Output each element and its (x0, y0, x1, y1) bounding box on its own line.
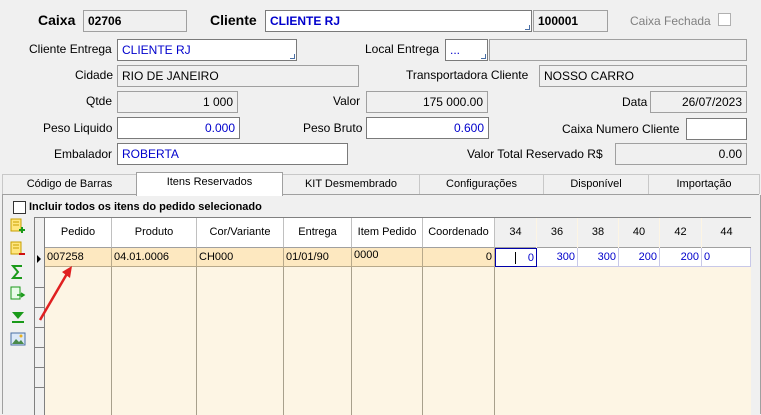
peso-bruto-field[interactable]: 0.600 (366, 117, 489, 139)
cell-size-34-value: 0 (527, 252, 534, 264)
valor-total-label: Valor Total Reservado R$ (467, 147, 603, 161)
col-header-40[interactable]: 40 (619, 218, 659, 248)
tab-kit-desmembrado[interactable]: KIT Desmembrado (282, 174, 420, 194)
valor-total-field: 0.00 (615, 143, 747, 165)
grid-column-divider (494, 267, 495, 415)
grid-column-divider (422, 267, 423, 415)
col-header-item-pedido[interactable]: Item Pedido (352, 218, 423, 248)
peso-bruto-label: Peso Bruto (303, 121, 363, 135)
caixa-fechada-label: Caixa Fechada (630, 14, 711, 28)
cell-coordenado[interactable]: 0 (423, 248, 495, 267)
valor-field: 175 000.00 (366, 91, 488, 113)
peso-liquido-label: Peso Liquido (43, 121, 113, 135)
col-header-entrega[interactable]: Entrega (284, 218, 352, 248)
cell-size-42[interactable]: 200 (660, 248, 702, 267)
row-indicator-icon (37, 255, 41, 263)
qtde-field: 1 000 (117, 91, 238, 113)
cliente-field[interactable]: CLIENTE RJ (265, 10, 532, 32)
include-all-label: Incluir todos os itens do pedido selecio… (29, 201, 262, 213)
col-header-cor-variante[interactable]: Cor/Variante (197, 218, 284, 248)
tab-itens-reservados[interactable]: Itens Reservados (136, 172, 283, 196)
image-icon[interactable] (10, 331, 26, 347)
dropdown-icon[interactable] (525, 25, 530, 30)
row-separator (35, 327, 44, 328)
col-header-38[interactable]: 38 (578, 218, 618, 248)
data-field: 26/07/2023 (650, 91, 747, 113)
col-header-36[interactable]: 36 (537, 218, 577, 248)
cidade-label: Cidade (75, 68, 114, 82)
cell-item-pedido[interactable]: 0000 (352, 248, 423, 267)
grid-column-divider (283, 267, 284, 415)
local-entrega-text: ... (450, 43, 461, 57)
cell-size-34[interactable]: 0 (495, 248, 537, 267)
remove-item-icon[interactable] (10, 241, 26, 257)
cliente-entrega-label: Cliente Entrega (29, 42, 112, 56)
add-item-icon[interactable] (10, 218, 26, 234)
transportadora-field: NOSSO CARRO (539, 65, 747, 87)
caixa-label: Caixa (38, 12, 76, 28)
cliente-field-text: CLIENTE RJ (270, 14, 341, 28)
cell-size-36[interactable]: 300 (537, 248, 578, 267)
tab-disponivel[interactable]: Disponível (543, 174, 649, 194)
data-label: Data (622, 95, 648, 109)
local-entrega-field[interactable]: ... (445, 39, 488, 61)
tab-importacao[interactable]: Importação (648, 174, 760, 194)
annotation-arrow (38, 266, 72, 321)
col-header-42[interactable]: 42 (660, 218, 701, 248)
caixa-numero-cliente-label: Caixa Numero Cliente (562, 122, 680, 136)
text-cursor (515, 252, 516, 264)
grid-column-divider (111, 267, 112, 415)
cell-size-40[interactable]: 200 (619, 248, 660, 267)
items-grid[interactable]: Pedido Produto Cor/Variante Entrega Item… (34, 217, 751, 415)
row-separator (35, 347, 44, 348)
export-icon[interactable] (10, 286, 26, 302)
cliente-code-field: 100001 (533, 10, 608, 32)
cidade-field: RIO DE JANEIRO (117, 65, 359, 87)
col-header-produto[interactable]: Produto (112, 218, 197, 248)
peso-liquido-field[interactable]: 0.000 (117, 117, 240, 139)
cell-cor-variante[interactable]: CH000 (197, 248, 284, 267)
cell-produto[interactable]: 04.01.0006 (112, 248, 197, 267)
row-separator (35, 367, 44, 368)
qtde-label: Qtde (86, 94, 113, 108)
grid-column-divider (196, 267, 197, 415)
tab-configuracoes[interactable]: Configurações (419, 174, 544, 194)
embalador-label: Embalador (54, 147, 113, 161)
cliente-entrega-text: CLIENTE RJ (122, 43, 191, 57)
local-entrega-desc-field (489, 39, 747, 61)
dropdown-icon[interactable] (481, 54, 486, 59)
caixa-field[interactable]: 02706 (83, 10, 187, 32)
cell-size-38[interactable]: 300 (578, 248, 619, 267)
col-header-coordenado[interactable]: Coordenado (423, 218, 495, 248)
tab-codigo-barras[interactable]: Código de Barras (2, 174, 137, 194)
cliente-entrega-field[interactable]: CLIENTE RJ (117, 39, 297, 61)
col-header-34[interactable]: 34 (495, 218, 536, 248)
move-down-icon[interactable] (10, 309, 26, 325)
dropdown-icon[interactable] (290, 54, 295, 59)
valor-label: Valor (333, 94, 361, 108)
sum-icon[interactable] (10, 264, 26, 280)
grid-column-divider (351, 267, 352, 415)
include-all-checkbox[interactable] (13, 201, 26, 214)
transportadora-label: Transportadora Cliente (406, 68, 529, 82)
cell-entrega[interactable]: 01/01/90 (284, 248, 352, 267)
local-entrega-label: Local Entrega (365, 42, 440, 56)
embalador-field[interactable]: ROBERTA (117, 143, 348, 165)
col-header-pedido[interactable]: Pedido (45, 218, 112, 248)
cell-size-44[interactable]: 0 (702, 248, 751, 267)
cliente-label: Cliente (210, 12, 257, 28)
tab-strip: Código de Barras Itens Reservados KIT De… (2, 172, 760, 196)
caixa-numero-cliente-field[interactable] (686, 118, 747, 140)
col-header-44[interactable]: 44 (702, 218, 751, 248)
caixa-fechada-checkbox[interactable] (718, 13, 731, 26)
row-separator (35, 387, 44, 388)
